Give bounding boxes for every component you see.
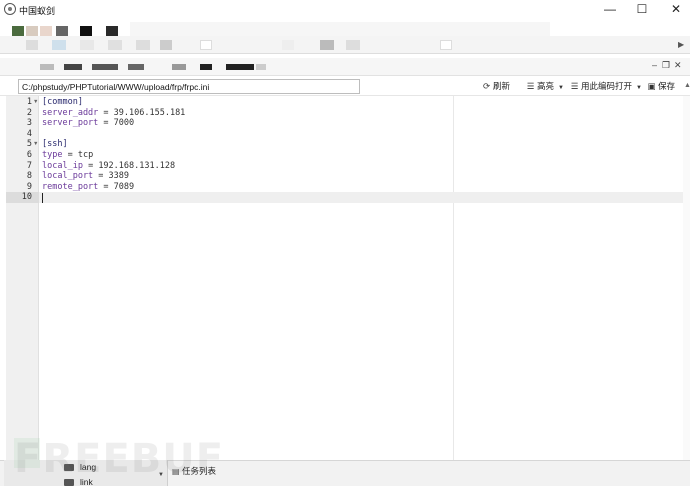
chevron-down-icon: ▼ xyxy=(558,85,564,91)
code-line: local_ip = 192.168.131.128 xyxy=(42,161,175,171)
scroll-up-icon[interactable]: ▲ xyxy=(684,82,690,89)
equals-sign: = xyxy=(82,160,99,171)
refresh-icon: ⟳ xyxy=(482,81,491,91)
obscured-tab[interactable] xyxy=(80,40,94,50)
close-button[interactable]: ✕ xyxy=(656,0,690,20)
print-margin xyxy=(453,96,454,460)
obscured-tab[interactable] xyxy=(92,64,118,70)
open-with-encoding-label: 用此编码打开 xyxy=(581,81,633,91)
obscured-tab[interactable] xyxy=(172,64,186,70)
line-number: 10 xyxy=(21,192,32,203)
refresh-label: 刷新 xyxy=(493,81,511,91)
file-path-input[interactable] xyxy=(18,79,360,94)
app-logo-icon xyxy=(4,3,16,15)
highlight-dropdown[interactable]: ☰ 高亮 ▼ xyxy=(526,80,564,92)
chevron-down-icon: ▼ xyxy=(636,85,642,91)
obscured-tab[interactable] xyxy=(320,40,334,50)
list-icon: ☰ xyxy=(570,81,579,91)
code-line: remote_port = 7089 xyxy=(42,182,134,192)
code-line: type = tcp xyxy=(42,150,93,160)
obscured-block xyxy=(130,22,550,36)
obscured-tab[interactable] xyxy=(226,64,254,70)
config-key: server_port xyxy=(42,118,99,129)
code-editor[interactable]: 1 ▼ [common] 2 server_addr = 39.106.155.181 3… xyxy=(6,96,683,460)
equals-sign: = xyxy=(98,181,114,192)
refresh-button[interactable]: ⟳ 刷新 xyxy=(482,80,510,92)
code-line: server_port = 7000 xyxy=(42,118,134,128)
code-line: [common] xyxy=(42,97,83,107)
fold-toggle-icon[interactable]: ▼ xyxy=(33,141,38,147)
config-value: 192.168.131.128 xyxy=(98,160,176,171)
obscured-tab[interactable] xyxy=(40,64,54,70)
line-number: 4 xyxy=(26,128,32,139)
obscured-tab[interactable] xyxy=(200,64,212,70)
watermark: FREEBUF xyxy=(14,436,225,482)
obscured-tab[interactable] xyxy=(136,40,150,50)
line-number: 1 xyxy=(26,97,32,107)
obscured-tab[interactable] xyxy=(26,40,38,50)
pane-minimize-button[interactable]: – xyxy=(652,60,657,70)
config-value: 3389 xyxy=(108,171,130,182)
obscured-tab[interactable] xyxy=(256,64,266,70)
config-key: local_port xyxy=(42,171,94,182)
pane-restore-button[interactable]: ❐ xyxy=(662,60,670,71)
code-line: server_addr = 39.106.155.181 xyxy=(42,108,185,118)
obscured-tab[interactable] xyxy=(160,40,172,50)
line-number: 9 xyxy=(26,181,32,192)
window-title: 中国蚁剑 xyxy=(19,6,56,16)
line-number: 8 xyxy=(26,171,32,182)
obscured-tab[interactable] xyxy=(282,40,294,50)
tab-row xyxy=(0,36,690,54)
config-value: 39.106.155.181 xyxy=(113,107,186,118)
section-header: [common] xyxy=(42,97,83,107)
obscured-tab[interactable] xyxy=(440,40,452,50)
editor-tab-row xyxy=(0,58,690,76)
save-button[interactable]: ▣ 保存 xyxy=(647,80,675,92)
line-number: 2 xyxy=(26,107,32,118)
vertical-scrollbar[interactable] xyxy=(683,96,690,460)
scroll-right-icon[interactable]: ▶ xyxy=(678,40,684,49)
line-number: 6 xyxy=(26,150,32,160)
save-icon: ▣ xyxy=(647,81,656,91)
line-number: 7 xyxy=(26,160,32,171)
section-header: [ssh] xyxy=(42,139,68,150)
obscured-tab[interactable] xyxy=(346,40,360,50)
config-value: tcp xyxy=(77,150,94,160)
save-label: 保存 xyxy=(658,81,676,91)
active-line-highlight xyxy=(39,192,683,203)
code-line: [ssh] xyxy=(42,139,68,149)
obscured-tab[interactable] xyxy=(128,64,144,70)
list-icon: ☰ xyxy=(526,81,535,91)
fold-toggle-icon[interactable]: ▼ xyxy=(33,99,38,105)
equals-sign: = xyxy=(98,118,114,129)
pane-close-button[interactable]: ✕ xyxy=(674,60,682,71)
title-bar: 中国蚁剑 — ☐ ✕ xyxy=(0,0,690,20)
text-cursor xyxy=(42,192,43,203)
config-value: 7089 xyxy=(113,181,135,192)
highlight-label: 高亮 xyxy=(537,81,555,91)
line-number: 3 xyxy=(26,118,32,129)
equals-sign: = xyxy=(98,107,114,118)
obscured-tab[interactable] xyxy=(52,40,66,50)
open-with-encoding-dropdown[interactable]: ☰ 用此编码打开 ▼ xyxy=(570,80,642,92)
config-value: 7000 xyxy=(113,118,135,129)
config-key: server_addr xyxy=(42,107,99,118)
config-key: remote_port xyxy=(42,181,99,192)
obscured-tab[interactable] xyxy=(200,40,212,50)
obscured-tab[interactable] xyxy=(64,64,82,70)
obscured-tab[interactable] xyxy=(108,40,122,50)
equals-sign: = xyxy=(93,171,109,182)
config-key: type xyxy=(42,150,63,160)
config-key: local_ip xyxy=(42,160,83,171)
line-number: 5 xyxy=(26,139,32,150)
equals-sign: = xyxy=(62,150,78,160)
code-line: local_port = 3389 xyxy=(42,171,129,181)
